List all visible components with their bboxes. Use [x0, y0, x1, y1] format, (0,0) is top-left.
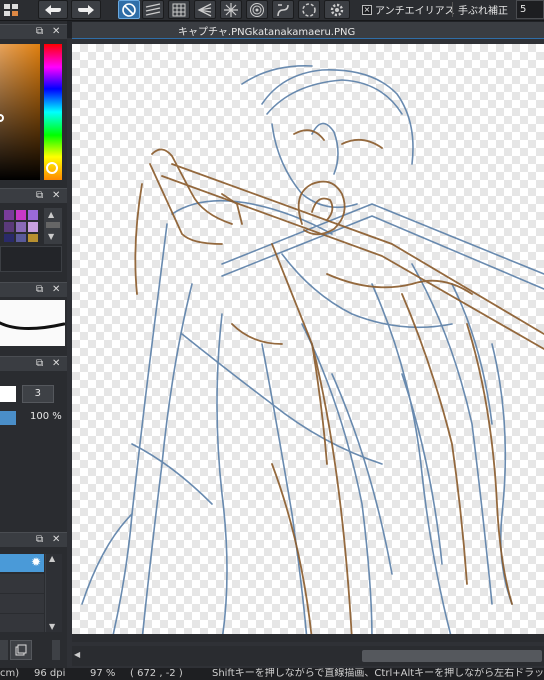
scroll-thumb[interactable] [362, 650, 542, 662]
brush-color-swatch[interactable] [0, 386, 16, 402]
undo-icon[interactable] [38, 0, 68, 19]
scroll-up-icon[interactable]: ▲ [48, 210, 54, 219]
scroll-down-icon[interactable]: ▼ [49, 622, 55, 631]
color-panel-header: ⧉ ✕ [0, 24, 67, 39]
close-icon[interactable]: ✕ [52, 534, 60, 546]
scroll-thumb[interactable] [46, 222, 60, 228]
status-unit: cm) [0, 668, 20, 679]
redo-icon[interactable] [71, 0, 101, 19]
stabilizer-input[interactable]: 5 [516, 0, 544, 19]
stabilizer-label: 手ぶれ補正 [458, 6, 508, 17]
undock-icon[interactable]: ⧉ [36, 284, 43, 296]
duplicate-icon [15, 644, 27, 656]
curve-snap-icon[interactable] [272, 0, 294, 19]
layer-panel-icon[interactable] [0, 0, 22, 19]
brush-preview-header: ⧉ ✕ [0, 282, 67, 297]
status-dpi: 96 dpi [34, 668, 66, 679]
color-swatch[interactable] [4, 210, 14, 220]
ellipse-snap-icon[interactable] [298, 0, 320, 19]
layer-settings-icon[interactable]: ✹ [31, 555, 41, 569]
color-swatch[interactable] [16, 210, 26, 220]
antialias-checkbox[interactable]: × [360, 0, 374, 19]
color-swatch[interactable] [4, 222, 14, 232]
close-icon[interactable]: ✕ [52, 26, 60, 38]
sketch-artwork [81, 65, 544, 640]
status-zoom: 97 % [90, 668, 116, 679]
opacity-slider[interactable] [0, 411, 16, 425]
hue-slider-handle[interactable] [46, 162, 58, 174]
status-hint: Shiftキーを押しながらで直線描画、Ctrl+Altキーを押しながら左右ドラッ… [212, 668, 544, 679]
color-picker-cursor[interactable] [0, 114, 4, 122]
color-swatch[interactable] [28, 210, 38, 220]
duplicate-layer-button[interactable] [10, 640, 32, 660]
color-swatch[interactable] [28, 222, 38, 232]
hue-slider[interactable] [44, 44, 62, 180]
antialias-label: アンチエイリアス [375, 6, 455, 17]
color-swatch[interactable] [16, 222, 26, 232]
undock-icon[interactable]: ⧉ [36, 358, 43, 370]
brush-stroke-preview [0, 300, 66, 346]
snap-settings-icon[interactable] [324, 0, 350, 19]
swatch-tools-area [0, 246, 62, 272]
document-title: キャプチャ.PNGkatanakamaeru.PNG [178, 27, 356, 38]
layer-panel-header: ⧉ ✕ [0, 532, 67, 547]
undock-icon[interactable]: ⧉ [36, 190, 43, 202]
brush-size-field[interactable]: 3 [22, 385, 54, 403]
close-icon[interactable]: ✕ [52, 190, 60, 202]
layer-tool-button[interactable] [52, 640, 60, 660]
swatch-scrollbar[interactable]: ▲ ▼ [44, 208, 62, 244]
status-bar: cm) 96 dpi 97 % ( 672 , -2 ) Shiftキーを押しな… [0, 668, 544, 680]
snap-off-icon[interactable] [118, 0, 140, 19]
color-saturation-square[interactable] [0, 44, 40, 180]
undock-icon[interactable]: ⧉ [36, 534, 43, 546]
close-icon[interactable]: ✕ [52, 358, 60, 370]
layer-list [0, 574, 44, 632]
close-icon[interactable]: ✕ [52, 284, 60, 296]
scroll-up-icon[interactable]: ▲ [49, 554, 55, 563]
top-toolbar: × アンチエイリアス 手ぶれ補正 5 [0, 0, 544, 21]
undock-icon[interactable]: ⧉ [36, 26, 43, 38]
swatch-panel-header: ⧉ ✕ [0, 188, 67, 203]
opacity-value: 100 % [30, 411, 62, 422]
concentric-snap-icon[interactable] [246, 0, 268, 19]
layer-scrollbar[interactable]: ▲ ▼ [45, 554, 62, 632]
color-swatch[interactable] [4, 234, 14, 242]
radial-snap-icon[interactable] [220, 0, 242, 19]
vanishing-point-icon[interactable] [194, 0, 216, 19]
drawing-canvas[interactable] [72, 44, 544, 640]
status-coords: ( 672 , -2 ) [130, 668, 183, 679]
color-swatch[interactable] [16, 234, 26, 242]
color-swatch[interactable] [28, 234, 38, 242]
grid-snap-icon[interactable] [168, 0, 190, 19]
document-tab[interactable]: キャプチャ.PNGkatanakamaeru.PNG [72, 22, 544, 39]
toolbar-divider [452, 2, 453, 17]
layer-tool-button[interactable] [0, 640, 8, 660]
vertical-ruler-gap [72, 634, 544, 642]
color-swatch-grid [0, 208, 40, 244]
layer-row-selected[interactable]: ✹ [0, 554, 44, 572]
scroll-down-icon[interactable]: ▼ [48, 232, 54, 241]
parallel-snap-icon[interactable] [142, 0, 164, 19]
horizontal-scrollbar[interactable]: ◀ [72, 646, 544, 666]
scroll-left-icon[interactable]: ◀ [74, 650, 80, 659]
brush-settings-header: ⧉ ✕ [0, 356, 67, 371]
